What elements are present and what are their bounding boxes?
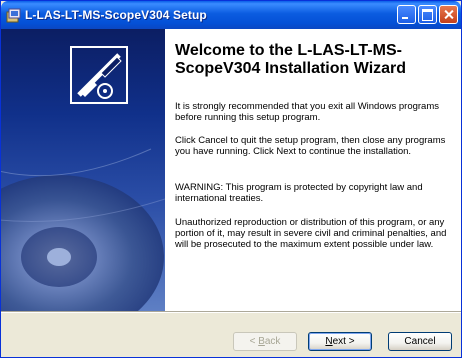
wizard-content: Welcome to the L-LAS-LT-MS-ScopeV304 Ins… (165, 29, 461, 311)
wizard-heading: Welcome to the L-LAS-LT-MS-ScopeV304 Ins… (175, 42, 407, 77)
installer-disc-graphic-icon (1, 46, 165, 311)
wizard-side-panel (1, 29, 165, 311)
instructions-text: Click Cancel to quit the setup program, … (175, 135, 446, 157)
cancel-button[interactable]: Cancel (388, 332, 452, 351)
button-bar-separator (1, 311, 461, 313)
window-title: L-LAS-LT-MS-ScopeV304 Setup (25, 8, 207, 22)
setup-app-icon (6, 8, 21, 23)
copyright-warning-text: WARNING: This program is protected by co… (175, 182, 423, 204)
next-button[interactable]: Next > (308, 332, 372, 351)
title-bar[interactable]: L-LAS-LT-MS-ScopeV304 Setup (1, 1, 461, 29)
legal-notice-text: Unauthorized reproduction or distributio… (175, 217, 447, 250)
back-button[interactable]: < Back (233, 332, 297, 351)
close-icon[interactable] (439, 5, 458, 24)
minimize-icon[interactable] (397, 5, 416, 24)
recommendation-text: It is strongly recommended that you exit… (175, 101, 439, 123)
maximize-icon[interactable] (418, 5, 437, 24)
setup-window: L-LAS-LT-MS-ScopeV304 Setup Welcome to t… (0, 0, 462, 358)
